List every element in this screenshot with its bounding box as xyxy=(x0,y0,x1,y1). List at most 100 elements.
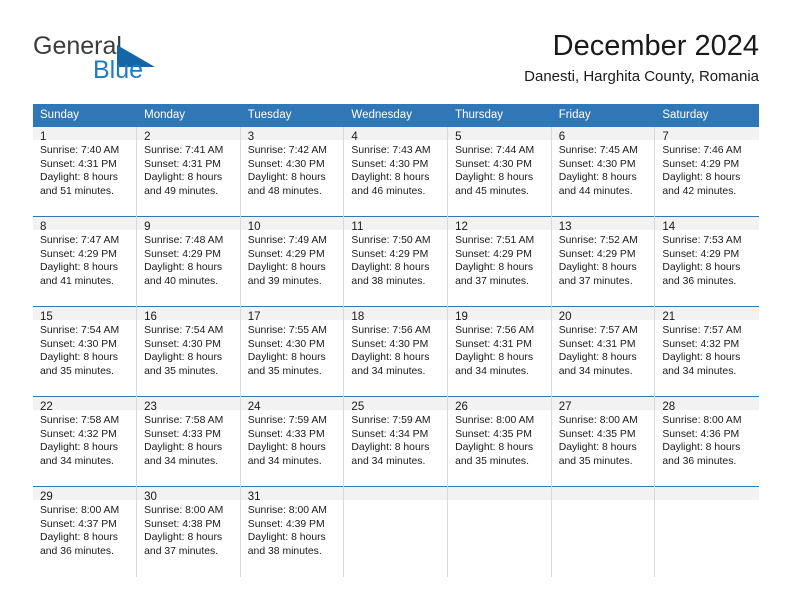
day-number: 28 xyxy=(655,397,759,413)
sunrise-text: Sunrise: 7:51 AM xyxy=(455,235,535,246)
day-info: Sunrise: 7:54 AM Sunset: 4:30 PM Dayligh… xyxy=(137,320,240,379)
title-block: December 2024 Danesti, Harghita County, … xyxy=(524,28,759,88)
sunrise-text: Sunrise: 7:55 AM xyxy=(247,325,327,336)
daylight-text-line2: and 51 minutes. xyxy=(40,186,114,198)
brand-logo[interactable]: General Blue xyxy=(33,32,243,92)
day-cell[interactable]: 1 Sunrise: 7:40 AM Sunset: 4:31 PM Dayli… xyxy=(33,126,138,217)
day-cell[interactable]: 13 Sunrise: 7:52 AM Sunset: 4:29 PM Dayl… xyxy=(551,216,656,307)
daylight-text-line1: Daylight: 8 hours xyxy=(144,532,223,544)
daylight-text-line2: and 38 minutes. xyxy=(247,546,322,558)
day-cell[interactable]: 21 Sunrise: 7:57 AM Sunset: 4:32 PM Dayl… xyxy=(654,306,759,397)
day-info: Sunrise: 7:40 AM Sunset: 4:31 PM Dayligh… xyxy=(33,140,136,199)
day-cell[interactable]: 4 Sunrise: 7:43 AM Sunset: 4:30 PM Dayli… xyxy=(343,126,449,217)
sunrise-text: Sunrise: 7:48 AM xyxy=(144,235,224,246)
daylight-text-line1: Daylight: 8 hours xyxy=(247,532,326,544)
day-number xyxy=(551,487,655,500)
weekday-header-sunday: Sunday xyxy=(33,104,138,127)
day-info: Sunrise: 7:45 AM Sunset: 4:30 PM Dayligh… xyxy=(552,140,655,199)
daylight-text-line1: Daylight: 8 hours xyxy=(351,352,430,364)
day-cell[interactable]: 25 Sunrise: 7:59 AM Sunset: 4:34 PM Dayl… xyxy=(343,396,449,487)
day-number: 31 xyxy=(240,487,344,503)
sunset-text: Sunset: 4:31 PM xyxy=(455,338,532,350)
sunrise-text: Sunrise: 7:58 AM xyxy=(40,415,120,426)
sunset-text: Sunset: 4:29 PM xyxy=(40,248,117,260)
day-cell[interactable]: 12 Sunrise: 7:51 AM Sunset: 4:29 PM Dayl… xyxy=(447,216,552,307)
day-number xyxy=(448,487,551,500)
sunrise-text: Sunrise: 7:54 AM xyxy=(40,325,120,336)
daylight-text-line2: and 34 minutes. xyxy=(144,456,219,468)
sunset-text: Sunset: 4:35 PM xyxy=(558,428,636,440)
daylight-text-line1: Daylight: 8 hours xyxy=(455,172,534,184)
sunset-text: Sunset: 4:33 PM xyxy=(144,428,221,440)
day-info: Sunrise: 8:00 AM Sunset: 4:35 PM Dayligh… xyxy=(448,410,551,469)
daylight-text-line2: and 35 minutes. xyxy=(455,456,529,468)
weekday-header-tuesday: Tuesday xyxy=(240,104,345,127)
day-cell[interactable]: 28 Sunrise: 8:00 AM Sunset: 4:36 PM Dayl… xyxy=(654,396,759,487)
day-cell[interactable]: 11 Sunrise: 7:50 AM Sunset: 4:29 PM Dayl… xyxy=(343,216,449,307)
day-cell[interactable]: 17 Sunrise: 7:55 AM Sunset: 4:30 PM Dayl… xyxy=(240,306,345,397)
day-number: 5 xyxy=(448,127,551,143)
day-number: 21 xyxy=(655,307,759,323)
sunrise-text: Sunrise: 7:41 AM xyxy=(144,145,224,156)
daylight-text-line2: and 44 minutes. xyxy=(558,186,633,198)
day-cell[interactable]: 27 Sunrise: 8:00 AM Sunset: 4:35 PM Dayl… xyxy=(551,396,656,487)
day-cell[interactable]: 10 Sunrise: 7:49 AM Sunset: 4:29 PM Dayl… xyxy=(240,216,345,307)
day-cell[interactable]: 14 Sunrise: 7:53 AM Sunset: 4:29 PM Dayl… xyxy=(654,216,759,307)
day-cell[interactable]: 2 Sunrise: 7:41 AM Sunset: 4:31 PM Dayli… xyxy=(136,126,241,217)
day-info: Sunrise: 7:59 AM Sunset: 4:34 PM Dayligh… xyxy=(344,410,447,469)
sunrise-text: Sunrise: 7:42 AM xyxy=(247,145,327,156)
day-cell[interactable]: 6 Sunrise: 7:45 AM Sunset: 4:30 PM Dayli… xyxy=(551,126,656,217)
day-cell[interactable]: 16 Sunrise: 7:54 AM Sunset: 4:30 PM Dayl… xyxy=(136,306,241,397)
sunset-text: Sunset: 4:29 PM xyxy=(662,158,740,170)
daylight-text-line1: Daylight: 8 hours xyxy=(144,172,223,184)
day-number: 2 xyxy=(137,127,240,143)
sunrise-text: Sunrise: 7:58 AM xyxy=(144,415,224,426)
day-cell[interactable]: 22 Sunrise: 7:58 AM Sunset: 4:32 PM Dayl… xyxy=(33,396,138,487)
daylight-text-line1: Daylight: 8 hours xyxy=(662,352,741,364)
page-header: General Blue December 2024 Danesti, Harg… xyxy=(33,28,759,96)
sunrise-text: Sunrise: 8:00 AM xyxy=(662,415,742,426)
day-cell[interactable]: 15 Sunrise: 7:54 AM Sunset: 4:30 PM Dayl… xyxy=(33,306,138,397)
weekday-header-thursday: Thursday xyxy=(447,104,552,127)
day-cell[interactable]: 31 Sunrise: 8:00 AM Sunset: 4:39 PM Dayl… xyxy=(240,486,345,577)
day-cell[interactable]: 24 Sunrise: 7:59 AM Sunset: 4:33 PM Dayl… xyxy=(240,396,345,487)
day-cell[interactable]: 5 Sunrise: 7:44 AM Sunset: 4:30 PM Dayli… xyxy=(447,126,552,217)
calendar-page: General Blue December 2024 Danesti, Harg… xyxy=(0,0,792,612)
day-cell[interactable]: 29 Sunrise: 8:00 AM Sunset: 4:37 PM Dayl… xyxy=(33,486,138,577)
daylight-text-line2: and 42 minutes. xyxy=(662,186,737,198)
day-cell-empty xyxy=(654,486,759,577)
daylight-text-line1: Daylight: 8 hours xyxy=(558,262,637,274)
day-number: 8 xyxy=(33,217,137,233)
day-info: Sunrise: 7:55 AM Sunset: 4:30 PM Dayligh… xyxy=(241,320,344,379)
day-number: 25 xyxy=(344,397,448,413)
sunset-text: Sunset: 4:33 PM xyxy=(247,428,325,440)
daylight-text-line2: and 38 minutes. xyxy=(351,276,426,288)
day-number: 13 xyxy=(551,217,655,233)
day-info: Sunrise: 7:58 AM Sunset: 4:33 PM Dayligh… xyxy=(137,410,240,469)
day-cell[interactable]: 23 Sunrise: 7:58 AM Sunset: 4:33 PM Dayl… xyxy=(136,396,241,487)
daylight-text-line1: Daylight: 8 hours xyxy=(40,172,118,184)
sunset-text: Sunset: 4:32 PM xyxy=(662,338,740,350)
day-cell[interactable]: 7 Sunrise: 7:46 AM Sunset: 4:29 PM Dayli… xyxy=(654,126,759,217)
day-info: Sunrise: 7:58 AM Sunset: 4:32 PM Dayligh… xyxy=(33,410,136,469)
day-number: 1 xyxy=(33,127,137,143)
sunset-text: Sunset: 4:31 PM xyxy=(558,338,636,350)
daylight-text-line2: and 37 minutes. xyxy=(144,546,219,558)
day-cell[interactable]: 30 Sunrise: 8:00 AM Sunset: 4:38 PM Dayl… xyxy=(136,486,241,577)
calendar-body: 1 Sunrise: 7:40 AM Sunset: 4:31 PM Dayli… xyxy=(33,126,759,577)
day-cell[interactable]: 8 Sunrise: 7:47 AM Sunset: 4:29 PM Dayli… xyxy=(33,216,138,307)
calendar-week-row: 15 Sunrise: 7:54 AM Sunset: 4:30 PM Dayl… xyxy=(33,306,759,397)
daylight-text-line1: Daylight: 8 hours xyxy=(40,262,118,274)
day-cell[interactable]: 18 Sunrise: 7:56 AM Sunset: 4:30 PM Dayl… xyxy=(343,306,449,397)
day-cell[interactable]: 19 Sunrise: 7:56 AM Sunset: 4:31 PM Dayl… xyxy=(447,306,552,397)
day-cell[interactable]: 9 Sunrise: 7:48 AM Sunset: 4:29 PM Dayli… xyxy=(136,216,241,307)
day-number: 10 xyxy=(240,217,344,233)
day-number: 11 xyxy=(344,217,448,233)
day-cell[interactable]: 3 Sunrise: 7:42 AM Sunset: 4:30 PM Dayli… xyxy=(240,126,345,217)
day-cell[interactable]: 26 Sunrise: 8:00 AM Sunset: 4:35 PM Dayl… xyxy=(447,396,552,487)
weekday-header-row: Sunday Monday Tuesday Wednesday Thursday… xyxy=(33,104,759,127)
day-cell[interactable]: 20 Sunrise: 7:57 AM Sunset: 4:31 PM Dayl… xyxy=(551,306,656,397)
brand-name-blue: Blue xyxy=(93,56,144,84)
daylight-text-line2: and 36 minutes. xyxy=(662,276,737,288)
day-info: Sunrise: 8:00 AM Sunset: 4:35 PM Dayligh… xyxy=(552,410,655,469)
